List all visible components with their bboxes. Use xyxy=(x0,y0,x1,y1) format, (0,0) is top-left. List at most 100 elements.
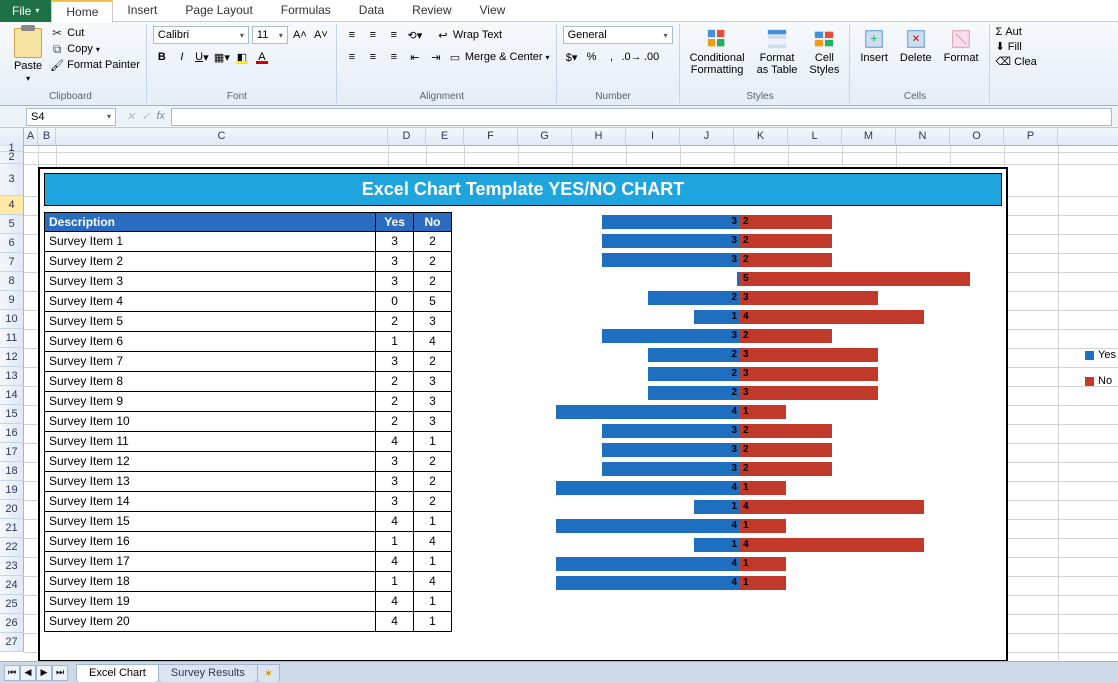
table-row[interactable]: Survey Item 1614 xyxy=(45,532,452,552)
row-header-26[interactable]: 26 xyxy=(0,614,24,633)
sheet-tab-active[interactable]: Excel Chart xyxy=(76,664,159,682)
format-cells-button[interactable]: Format xyxy=(940,26,983,66)
align-right-button[interactable]: ≡ xyxy=(385,48,403,66)
column-header-A[interactable]: A xyxy=(24,128,38,146)
row-header-10[interactable]: 10 xyxy=(0,310,24,329)
cell-no[interactable]: 1 xyxy=(414,612,452,632)
row-header-23[interactable]: 23 xyxy=(0,557,24,576)
cell-yes[interactable]: 4 xyxy=(376,432,414,452)
cell-description[interactable]: Survey Item 16 xyxy=(45,532,376,552)
cell-yes[interactable]: 3 xyxy=(376,352,414,372)
autosum-button[interactable]: Σ Aut xyxy=(996,26,1022,38)
cell-no[interactable]: 3 xyxy=(414,412,452,432)
cell-description[interactable]: Survey Item 2 xyxy=(45,252,376,272)
formula-input[interactable] xyxy=(171,108,1112,126)
cell-no[interactable]: 4 xyxy=(414,572,452,592)
column-header-E[interactable]: E xyxy=(426,128,464,146)
cell-no[interactable]: 2 xyxy=(414,352,452,372)
ribbon-tab-page-layout[interactable]: Page Layout xyxy=(171,0,266,22)
row-header-3[interactable]: 3 xyxy=(0,164,24,196)
row-header-8[interactable]: 8 xyxy=(0,272,24,291)
underline-button[interactable]: U▾ xyxy=(193,48,211,66)
ribbon-tab-home[interactable]: Home xyxy=(51,0,113,23)
row-header-12[interactable]: 12 xyxy=(0,348,24,367)
new-sheet-tab[interactable]: ✶ xyxy=(257,664,280,682)
cell-yes[interactable]: 1 xyxy=(376,572,414,592)
align-left-button[interactable]: ≡ xyxy=(343,48,361,66)
font-color-button[interactable]: A xyxy=(253,48,271,66)
tab-nav-first[interactable]: ⏮ xyxy=(4,665,20,681)
table-row[interactable]: Survey Item 1141 xyxy=(45,432,452,452)
table-row[interactable]: Survey Item 232 xyxy=(45,252,452,272)
column-header-B[interactable]: B xyxy=(38,128,56,146)
conditional-formatting-button[interactable]: Conditional Formatting xyxy=(686,26,749,78)
table-row[interactable]: Survey Item 2041 xyxy=(45,612,452,632)
column-header-C[interactable]: C xyxy=(56,128,388,146)
table-row[interactable]: Survey Item 823 xyxy=(45,372,452,392)
table-row[interactable]: Survey Item 405 xyxy=(45,292,452,312)
cell-no[interactable]: 2 xyxy=(414,232,452,252)
row-header-2[interactable]: 2 xyxy=(0,152,24,164)
cell-no[interactable]: 4 xyxy=(414,532,452,552)
column-header-K[interactable]: K xyxy=(734,128,788,146)
cell-description[interactable]: Survey Item 8 xyxy=(45,372,376,392)
cell-styles-button[interactable]: Cell Styles xyxy=(805,26,843,78)
cell-description[interactable]: Survey Item 19 xyxy=(45,592,376,612)
cell-description[interactable]: Survey Item 10 xyxy=(45,412,376,432)
cell-no[interactable]: 2 xyxy=(414,252,452,272)
cell-no[interactable]: 3 xyxy=(414,372,452,392)
cell-description[interactable]: Survey Item 14 xyxy=(45,492,376,512)
column-header-F[interactable]: F xyxy=(464,128,518,146)
cell-description[interactable]: Survey Item 13 xyxy=(45,472,376,492)
column-header-N[interactable]: N xyxy=(896,128,950,146)
align-top-button[interactable]: ≡ xyxy=(343,26,361,44)
table-row[interactable]: Survey Item 614 xyxy=(45,332,452,352)
table-row[interactable]: Survey Item 1814 xyxy=(45,572,452,592)
cell-description[interactable]: Survey Item 6 xyxy=(45,332,376,352)
table-row[interactable]: Survey Item 1023 xyxy=(45,412,452,432)
align-bottom-button[interactable]: ≡ xyxy=(385,26,403,44)
table-row[interactable]: Survey Item 1741 xyxy=(45,552,452,572)
fill-button[interactable]: ⬇ Fill xyxy=(996,40,1022,53)
cell-description[interactable]: Survey Item 11 xyxy=(45,432,376,452)
italic-button[interactable]: I xyxy=(173,48,191,66)
table-row[interactable]: Survey Item 1541 xyxy=(45,512,452,532)
cell-no[interactable]: 4 xyxy=(414,332,452,352)
cell-no[interactable]: 2 xyxy=(414,452,452,472)
row-header-24[interactable]: 24 xyxy=(0,576,24,595)
percent-button[interactable]: % xyxy=(583,48,601,66)
cell-yes[interactable]: 2 xyxy=(376,312,414,332)
cell-description[interactable]: Survey Item 12 xyxy=(45,452,376,472)
cell-description[interactable]: Survey Item 7 xyxy=(45,352,376,372)
tab-nav-prev[interactable]: ◀ xyxy=(20,665,36,681)
insert-cells-button[interactable]: +Insert xyxy=(856,26,892,66)
cell-description[interactable]: Survey Item 15 xyxy=(45,512,376,532)
cancel-formula-icon[interactable]: ✕ xyxy=(126,110,135,123)
tab-nav-next[interactable]: ▶ xyxy=(36,665,52,681)
table-row[interactable]: Survey Item 732 xyxy=(45,352,452,372)
row-header-11[interactable]: 11 xyxy=(0,329,24,348)
cell-no[interactable]: 3 xyxy=(414,392,452,412)
currency-button[interactable]: $▾ xyxy=(563,48,581,66)
decrease-decimal-button[interactable]: .00 xyxy=(643,48,661,66)
cell-no[interactable]: 1 xyxy=(414,592,452,612)
grow-font-button[interactable]: A˄ xyxy=(291,26,309,44)
column-header-G[interactable]: G xyxy=(518,128,572,146)
column-header-L[interactable]: L xyxy=(788,128,842,146)
cell-description[interactable]: Survey Item 5 xyxy=(45,312,376,332)
row-header-16[interactable]: 16 xyxy=(0,424,24,443)
merge-center-button[interactable]: ▭Merge & Center▾ xyxy=(448,50,550,64)
row-header-15[interactable]: 15 xyxy=(0,405,24,424)
row-header-20[interactable]: 20 xyxy=(0,500,24,519)
row-header-5[interactable]: 5 xyxy=(0,215,24,234)
delete-cells-button[interactable]: ×Delete xyxy=(896,26,936,66)
cell-description[interactable]: Survey Item 18 xyxy=(45,572,376,592)
cell-yes[interactable]: 2 xyxy=(376,412,414,432)
row-header-17[interactable]: 17 xyxy=(0,443,24,462)
cut-button[interactable]: Cut xyxy=(50,26,140,40)
cell-no[interactable]: 3 xyxy=(414,312,452,332)
cell-yes[interactable]: 3 xyxy=(376,272,414,292)
row-header-14[interactable]: 14 xyxy=(0,386,24,405)
table-row[interactable]: Survey Item 523 xyxy=(45,312,452,332)
align-center-button[interactable]: ≡ xyxy=(364,48,382,66)
